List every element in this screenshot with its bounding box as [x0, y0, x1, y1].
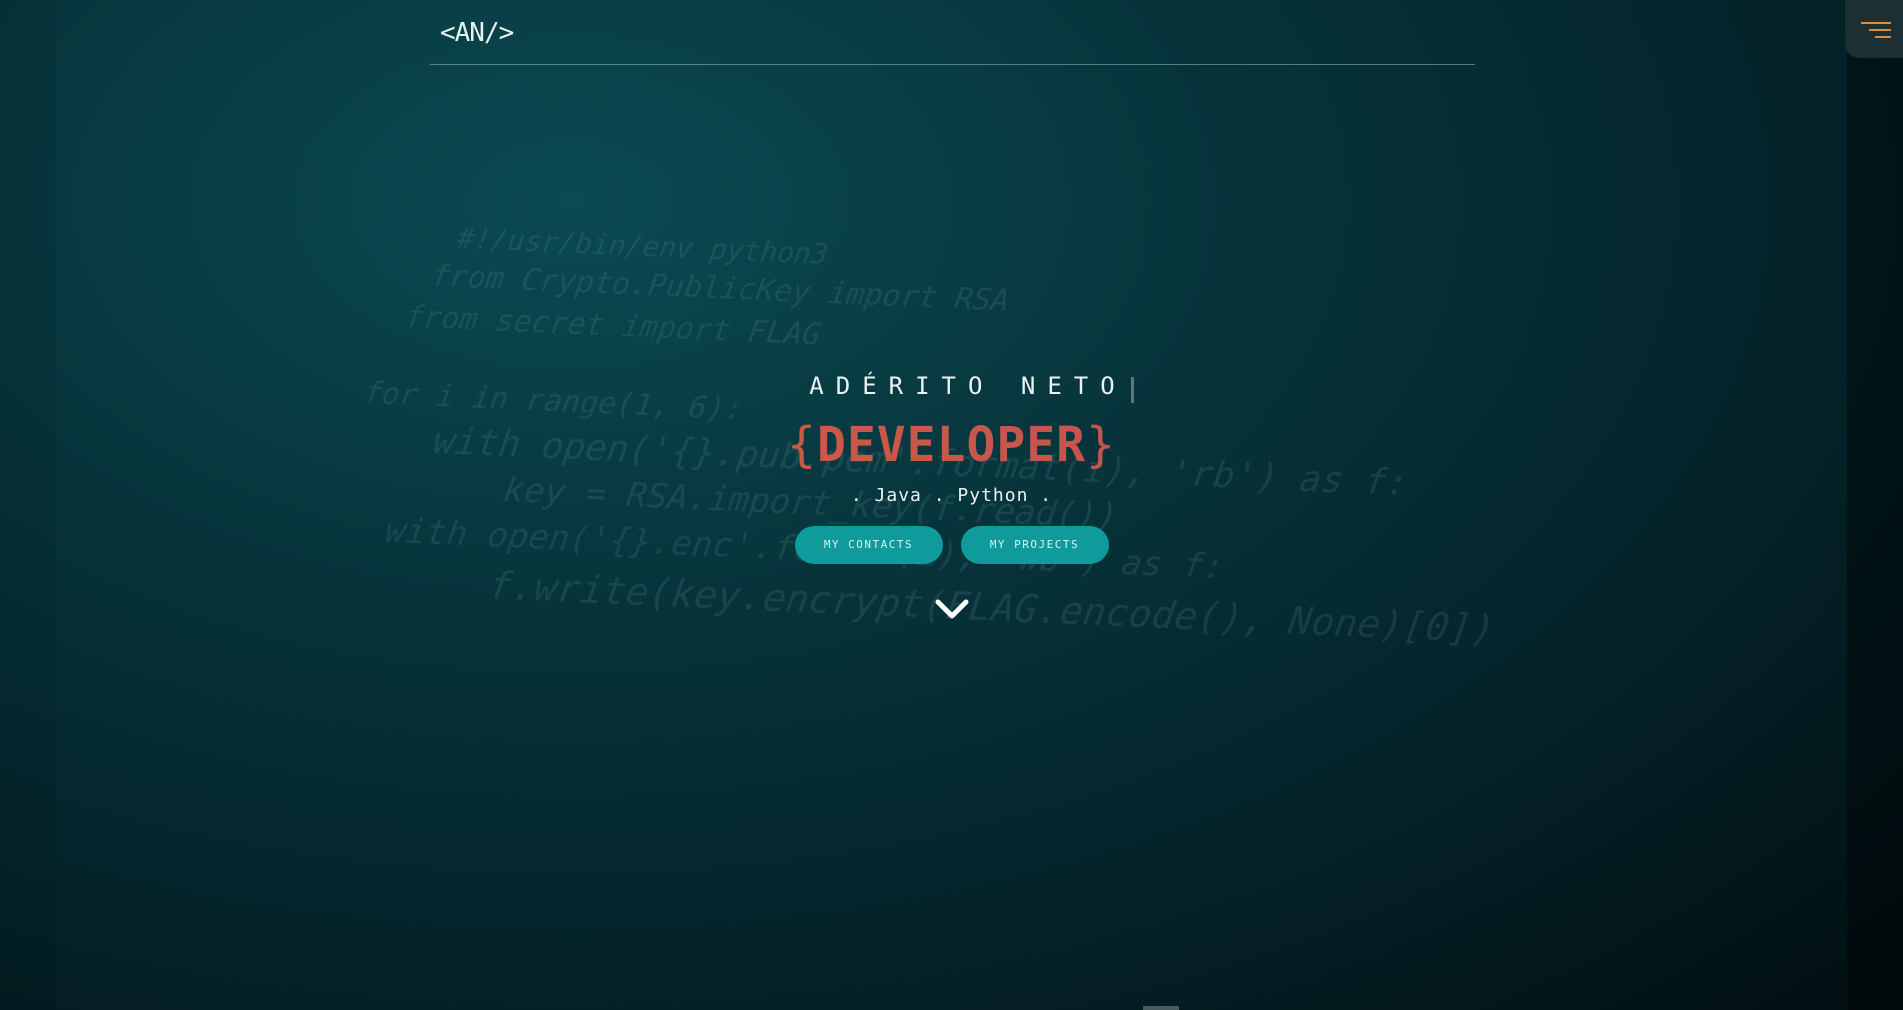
top-header: <AN/> [430, 0, 1475, 65]
my-projects-button[interactable]: MY PROJECTS [960, 525, 1109, 564]
bottom-scroll-indicator [1143, 1006, 1179, 1010]
hero-buttons: MY CONTACTS MY PROJECTS [0, 525, 1903, 564]
hamburger-menu-icon [1875, 36, 1891, 38]
role-text: DEVELOPER [816, 416, 1087, 473]
scroll-down-button[interactable] [934, 596, 970, 624]
menu-button[interactable] [1845, 0, 1903, 58]
hero-role: {DEVELOPER} [0, 417, 1903, 473]
code-line: from secret import FLAG [402, 299, 824, 353]
code-line: #!/usr/bin/env python3 [455, 221, 831, 271]
code-line: from Crypto.PublicKey import RSA [429, 258, 1012, 319]
role-open-brace: { [787, 416, 817, 473]
name-line: ADÉRITO NETO [0, 372, 1903, 403]
hamburger-menu-icon [1861, 22, 1891, 24]
site-logo[interactable]: <AN/> [440, 18, 514, 48]
code-line: f.write(key.encrypt(FLAG.encode(), None)… [302, 555, 1499, 652]
hero-section: ADÉRITO NETO {DEVELOPER} . Java . Python… [0, 372, 1903, 564]
page: #!/usr/bin/env python3 from Crypto.Publi… [0, 0, 1903, 1010]
my-contacts-button[interactable]: MY CONTACTS [794, 525, 943, 564]
typing-cursor [1130, 376, 1134, 403]
chevron-down-icon [935, 599, 969, 619]
hamburger-menu-icon [1869, 29, 1891, 31]
hero-name: ADÉRITO NETO [809, 372, 1127, 400]
languages-line: . Java . Python . [850, 484, 1053, 506]
role-close-brace: } [1086, 416, 1116, 473]
